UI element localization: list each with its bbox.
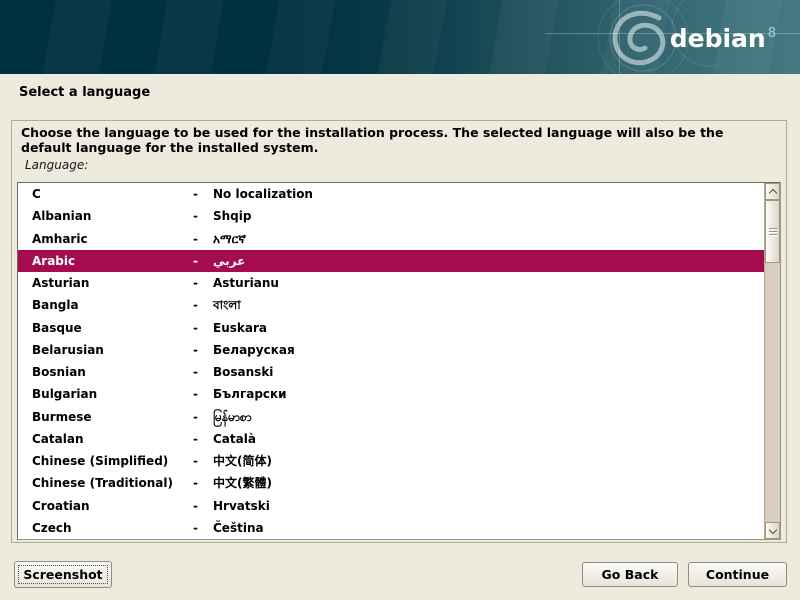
separator: - — [193, 272, 198, 294]
separator: - — [193, 428, 198, 450]
product-label: debian — [670, 24, 766, 53]
language-native-name: မြန်မာစာ — [213, 406, 252, 428]
separator: - — [193, 294, 198, 316]
list-item[interactable]: Asturian - Asturianu — [18, 272, 764, 294]
separator: - — [193, 228, 198, 250]
list-item[interactable]: Bulgarian - Български — [18, 383, 764, 405]
language-list: C - No localization Albanian - Shqip Amh… — [18, 183, 764, 539]
separator: - — [193, 361, 198, 383]
scrollbar-thumb[interactable] — [765, 200, 780, 263]
list-item[interactable]: Arabic - عربي — [18, 250, 764, 272]
separator: - — [193, 406, 198, 428]
go-back-button[interactable]: Go Back — [582, 562, 678, 587]
continue-button[interactable]: Continue — [688, 562, 787, 587]
separator: - — [193, 472, 198, 494]
chevron-up-icon — [769, 189, 777, 197]
separator: - — [193, 183, 198, 205]
language-native-name: عربي — [213, 250, 245, 272]
list-item[interactable]: Chinese (Traditional) - 中文(繁體) — [18, 472, 764, 494]
language-native-name: Català — [213, 428, 256, 450]
separator: - — [193, 517, 198, 539]
separator: - — [193, 317, 198, 339]
list-item[interactable]: Croatian - Hrvatski — [18, 495, 764, 517]
language-name: Basque — [32, 317, 82, 339]
list-item[interactable]: Burmese - မြန်မာစာ — [18, 406, 764, 428]
language-name: Chinese (Simplified) — [32, 450, 168, 472]
dialog-description: Choose the language to be used for the i… — [21, 125, 775, 155]
list-item[interactable]: C - No localization — [18, 183, 764, 205]
language-native-name: Bosanski — [213, 361, 273, 383]
language-name: Bosnian — [32, 361, 86, 383]
language-name: Asturian — [32, 272, 89, 294]
language-name: Croatian — [32, 495, 90, 517]
language-native-name: Euskara — [213, 317, 267, 339]
list-item[interactable]: Catalan - Català — [18, 428, 764, 450]
banner: debian8 — [0, 0, 800, 74]
page-title: Select a language — [19, 85, 150, 100]
language-name: Burmese — [32, 406, 92, 428]
language-name: Belarusian — [32, 339, 104, 361]
language-native-name: 中文(简体) — [213, 450, 272, 472]
list-item[interactable]: Belarusian - Беларуская — [18, 339, 764, 361]
list-item[interactable]: Amharic - አማርኛ — [18, 228, 764, 250]
language-name: Catalan — [32, 428, 84, 450]
installer-window: debian8 Select a language Choose the lan… — [0, 0, 800, 600]
list-item[interactable]: Bangla - বাংলা — [18, 294, 764, 316]
language-native-name: Български — [213, 383, 287, 405]
list-item[interactable]: Basque - Euskara — [18, 317, 764, 339]
screenshot-button[interactable]: Screenshot — [14, 561, 112, 588]
language-field-label: Language: — [25, 158, 88, 172]
language-native-name: አማርኛ — [213, 228, 246, 250]
language-name: Chinese (Traditional) — [32, 472, 173, 494]
separator: - — [193, 383, 198, 405]
product-name: debian8 — [670, 26, 776, 51]
language-native-name: 中文(繁體) — [213, 472, 272, 494]
separator: - — [193, 339, 198, 361]
scrollbar-grip-icon — [769, 228, 777, 237]
language-native-name: Hrvatski — [213, 495, 270, 517]
scrollbar-down-button[interactable] — [765, 522, 780, 539]
language-native-name: বাংলা — [213, 294, 241, 316]
list-item[interactable]: Chinese (Simplified) - 中文(简体) — [18, 450, 764, 472]
list-item[interactable]: Czech - Čeština — [18, 517, 764, 539]
language-native-name: Asturianu — [213, 272, 279, 294]
product-version: 8 — [768, 26, 776, 41]
language-name: C — [32, 183, 41, 205]
language-name: Arabic — [32, 250, 75, 272]
scrollbar[interactable] — [764, 183, 780, 539]
separator: - — [193, 495, 198, 517]
language-name: Czech — [32, 517, 72, 539]
language-native-name: Беларуская — [213, 339, 295, 361]
language-native-name: Shqip — [213, 205, 251, 227]
separator: - — [193, 450, 198, 472]
scrollbar-up-button[interactable] — [765, 183, 780, 200]
language-native-name: Čeština — [213, 517, 264, 539]
language-name: Albanian — [32, 205, 91, 227]
separator: - — [193, 205, 198, 227]
chevron-down-icon — [769, 526, 777, 534]
list-item[interactable]: Bosnian - Bosanski — [18, 361, 764, 383]
separator: - — [193, 250, 198, 272]
language-name: Amharic — [32, 228, 88, 250]
language-name: Bangla — [32, 294, 79, 316]
language-listbox: C - No localization Albanian - Shqip Amh… — [17, 182, 781, 540]
language-name: Bulgarian — [32, 383, 97, 405]
language-native-name: No localization — [213, 183, 313, 205]
list-item[interactable]: Albanian - Shqip — [18, 205, 764, 227]
